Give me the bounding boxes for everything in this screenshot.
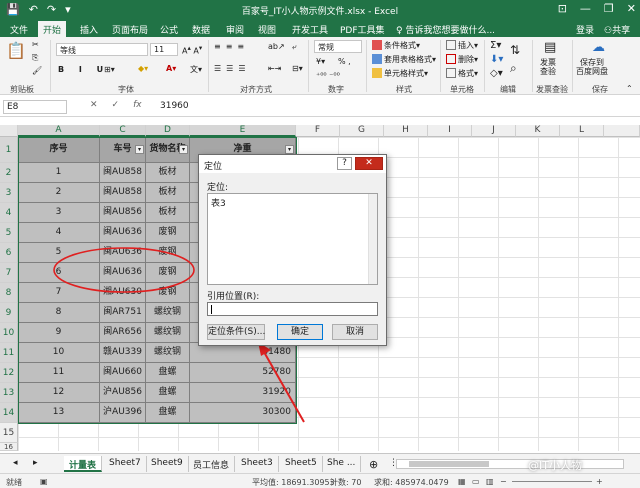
- next-sheet-icon[interactable]: ▸: [28, 456, 43, 472]
- goto-dialog: 定位 ? ✕ 定位: 表3 引用位置(R): 定位条件(S)... 确定 取消: [198, 154, 387, 346]
- reference-label: 引用位置(R):: [207, 292, 260, 302]
- sheet-tab[interactable]: 员工信息: [188, 456, 236, 472]
- macro-record-icon[interactable]: ▣: [40, 477, 48, 486]
- annotation-arrow: [263, 351, 305, 423]
- ok-button[interactable]: 确定: [277, 324, 323, 340]
- horizontal-scrollbar[interactable]: [396, 459, 624, 469]
- dialog-close-button[interactable]: ✕: [355, 157, 383, 170]
- sheet-tab[interactable]: She ...: [322, 456, 362, 472]
- sheet-tab[interactable]: Sheet3: [236, 456, 279, 472]
- prev-sheet-icon[interactable]: ◂: [8, 456, 23, 472]
- goto-special-button[interactable]: 定位条件(S)...: [207, 324, 265, 340]
- goto-listbox[interactable]: 表3: [207, 193, 378, 285]
- scrollbar-thumb[interactable]: [409, 461, 489, 467]
- sheet-tab-active[interactable]: 计量表: [64, 456, 103, 472]
- goto-label: 定位:: [207, 183, 229, 193]
- status-average: 平均值: 18691.30953: [252, 478, 335, 487]
- status-bar: 就绪 ▣ 平均值: 18691.30953 计数: 70 求和: 485974.…: [0, 473, 640, 488]
- status-ready: 就绪: [6, 478, 22, 487]
- sheet-tab[interactable]: Sheet5: [280, 456, 323, 472]
- sheet-tab[interactable]: Sheet7: [104, 456, 147, 472]
- zoom-out-icon[interactable]: −: [500, 477, 507, 486]
- listbox-scrollbar[interactable]: [368, 194, 377, 284]
- view-pagebreak-icon[interactable]: ▥: [486, 477, 494, 486]
- text-caret: [211, 305, 212, 314]
- view-layout-icon[interactable]: ▭: [472, 477, 480, 486]
- view-normal-icon[interactable]: ▦: [458, 477, 466, 486]
- sheet-tab[interactable]: Sheet9: [146, 456, 189, 472]
- new-sheet-icon[interactable]: ⊕: [364, 456, 383, 472]
- list-item[interactable]: 表3: [211, 196, 374, 209]
- status-sum: 求和: 485974.0479: [374, 478, 449, 487]
- reference-input[interactable]: [207, 302, 378, 316]
- zoom-in-icon[interactable]: +: [596, 477, 603, 486]
- cancel-button[interactable]: 取消: [332, 324, 378, 340]
- status-count: 计数: 70: [330, 478, 362, 487]
- zoom-slider[interactable]: [512, 481, 592, 482]
- help-button[interactable]: ?: [337, 157, 352, 170]
- watermark: @IT小人物: [528, 459, 582, 472]
- annotation-circle: [53, 247, 195, 293]
